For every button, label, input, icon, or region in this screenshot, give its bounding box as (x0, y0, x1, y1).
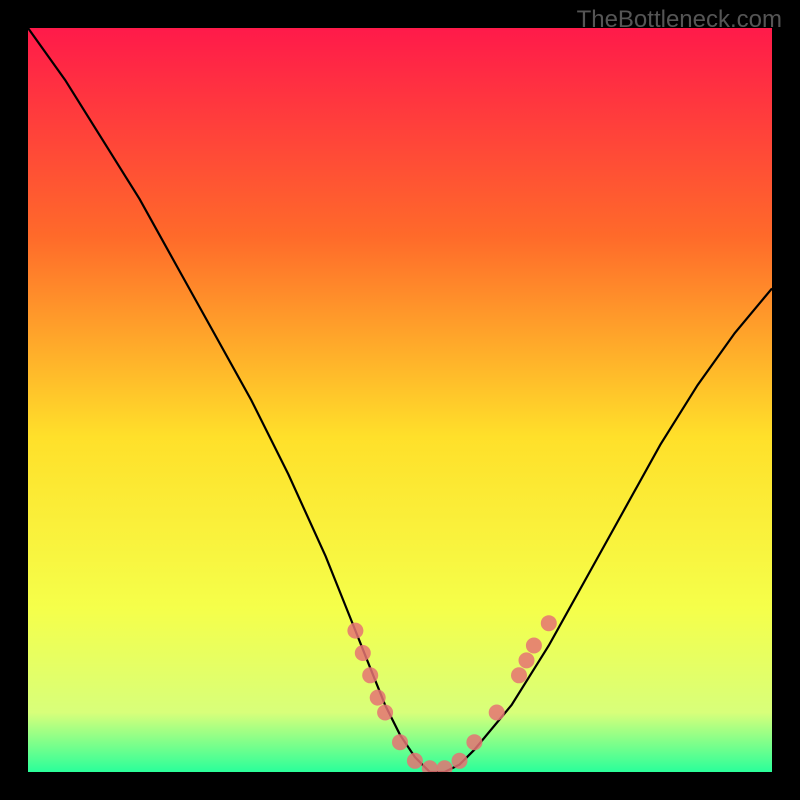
curve-marker (452, 753, 468, 769)
chart-background (28, 28, 772, 772)
curve-marker (489, 705, 505, 721)
curve-marker (466, 734, 482, 750)
curve-marker (355, 645, 371, 661)
watermark-text: TheBottleneck.com (577, 6, 782, 34)
curve-marker (511, 667, 527, 683)
curve-marker (347, 623, 363, 639)
curve-marker (541, 615, 557, 631)
curve-marker (392, 734, 408, 750)
curve-marker (526, 638, 542, 654)
chart-svg (28, 28, 772, 772)
curve-marker (407, 753, 423, 769)
chart-plot-area (28, 28, 772, 772)
curve-marker (370, 690, 386, 706)
curve-marker (377, 705, 393, 721)
curve-marker (519, 652, 535, 668)
curve-marker (362, 667, 378, 683)
